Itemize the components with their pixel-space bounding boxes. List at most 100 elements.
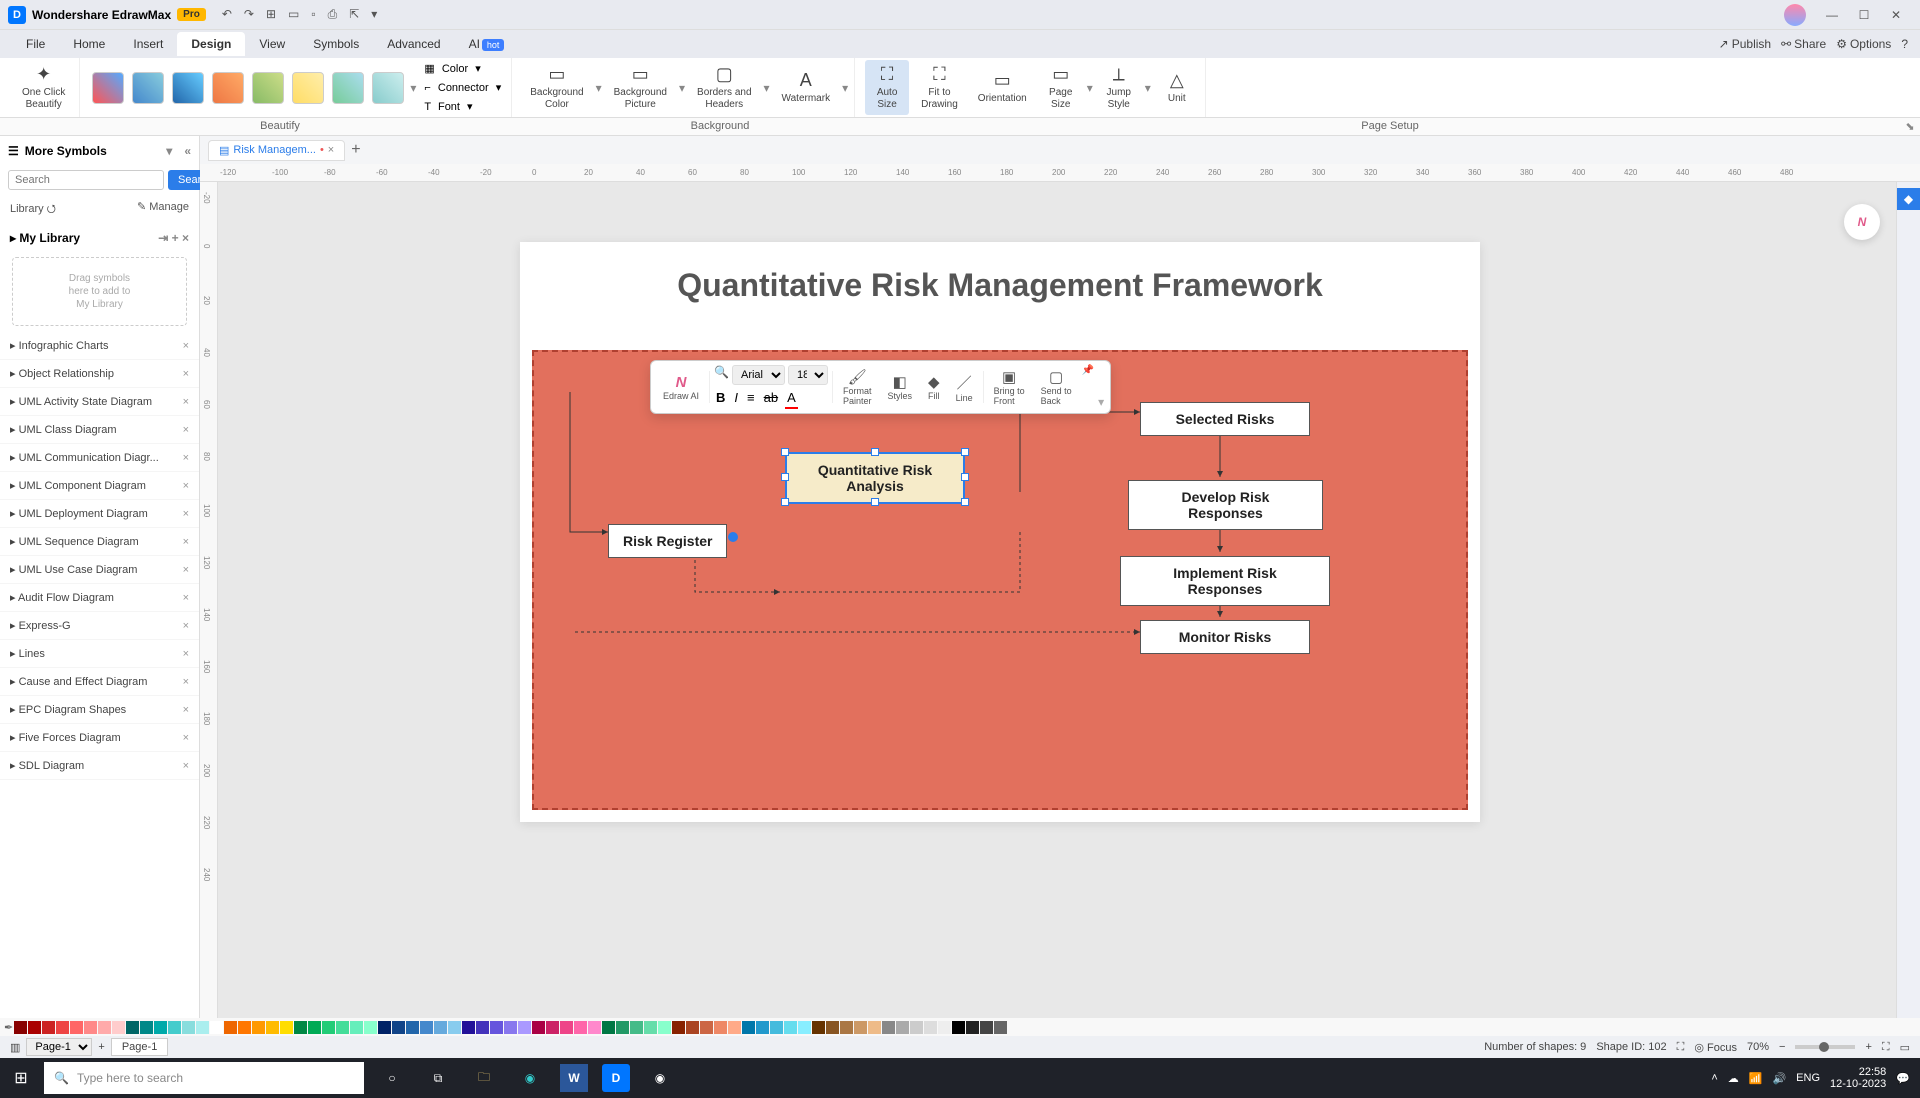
jump-style-button[interactable]: ⟂Jump Style xyxy=(1097,60,1141,116)
palette-swatch[interactable] xyxy=(490,1021,503,1034)
fit-page-icon[interactable]: ⛶ xyxy=(1882,1041,1890,1054)
palette-swatch[interactable] xyxy=(588,1021,601,1034)
palette-swatch[interactable] xyxy=(994,1021,1007,1034)
palette-swatch[interactable] xyxy=(574,1021,587,1034)
theme-swatch-4[interactable] xyxy=(212,72,244,104)
library-item[interactable]: ▸ Audit Flow Diagram× xyxy=(0,584,199,612)
page-size-dropdown[interactable]: ▾ xyxy=(1087,81,1093,95)
palette-swatch[interactable] xyxy=(868,1021,881,1034)
palette-swatch[interactable] xyxy=(210,1021,223,1034)
line-button[interactable]: ／Line xyxy=(950,370,979,405)
palette-swatch[interactable] xyxy=(224,1021,237,1034)
font-color-button[interactable]: A xyxy=(785,388,798,409)
palette-swatch[interactable] xyxy=(434,1021,447,1034)
palette-swatch[interactable] xyxy=(546,1021,559,1034)
menu-home[interactable]: Home xyxy=(59,32,119,56)
palette-swatch[interactable] xyxy=(476,1021,489,1034)
node-selected-risks[interactable]: Selected Risks xyxy=(1140,402,1310,436)
notifications-icon[interactable]: 💬 xyxy=(1896,1072,1910,1085)
auto-size-button[interactable]: ⛶Auto Size xyxy=(865,60,909,116)
palette-swatch[interactable] xyxy=(952,1021,965,1034)
library-item[interactable]: ▸ UML Activity State Diagram× xyxy=(0,388,199,416)
node-monitor-risks[interactable]: Monitor Risks xyxy=(1140,620,1310,654)
remove-lib-icon[interactable]: × xyxy=(183,760,189,772)
watermark-button[interactable]: AWatermark xyxy=(774,66,839,110)
library-item[interactable]: ▸ Express-G× xyxy=(0,612,199,640)
library-item[interactable]: ▸ UML Deployment Diagram× xyxy=(0,500,199,528)
remove-lib-icon[interactable]: × xyxy=(183,676,189,688)
remove-lib-icon[interactable]: × xyxy=(183,508,189,520)
palette-swatch[interactable] xyxy=(70,1021,83,1034)
bg-color-dropdown[interactable]: ▾ xyxy=(596,81,602,95)
color-dropdown[interactable]: ▦ Color ▾ xyxy=(420,60,505,77)
library-item[interactable]: ▸ Object Relationship× xyxy=(0,360,199,388)
cortana-icon[interactable]: ○ xyxy=(370,1058,414,1098)
palette-swatch[interactable] xyxy=(532,1021,545,1034)
palette-swatch[interactable] xyxy=(252,1021,265,1034)
palette-swatch[interactable] xyxy=(154,1021,167,1034)
palette-swatch[interactable] xyxy=(756,1021,769,1034)
palette-swatch[interactable] xyxy=(700,1021,713,1034)
share-button[interactable]: ⚯ Share xyxy=(1781,37,1826,51)
connector-dropdown[interactable]: ⌐ Connector ▾ xyxy=(420,79,505,96)
palette-swatch[interactable] xyxy=(140,1021,153,1034)
remove-lib-icon[interactable]: × xyxy=(183,368,189,380)
palette-swatch[interactable] xyxy=(518,1021,531,1034)
page-setup-launcher-icon[interactable]: ⬊ xyxy=(1900,120,1920,133)
bg-picture-dropdown[interactable]: ▾ xyxy=(679,81,685,95)
theme-swatch-7[interactable] xyxy=(332,72,364,104)
library-item[interactable]: ▸ UML Communication Diagr...× xyxy=(0,444,199,472)
remove-lib-icon[interactable]: × xyxy=(183,648,189,660)
eyedropper-icon[interactable]: ✒ xyxy=(4,1021,13,1034)
palette-swatch[interactable] xyxy=(42,1021,55,1034)
palette-swatch[interactable] xyxy=(644,1021,657,1034)
document-tab[interactable]: ▤ Risk Managem... • × xyxy=(208,140,345,161)
watermark-dropdown[interactable]: ▾ xyxy=(842,81,848,95)
word-icon[interactable]: W xyxy=(560,1064,588,1092)
palette-swatch[interactable] xyxy=(672,1021,685,1034)
palette-swatch[interactable] xyxy=(420,1021,433,1034)
task-view-icon[interactable]: ⧉ xyxy=(416,1058,460,1098)
jump-style-dropdown[interactable]: ▾ xyxy=(1145,81,1151,95)
zoom-out-button[interactable]: − xyxy=(1779,1041,1785,1053)
language-indicator[interactable]: ENG xyxy=(1796,1072,1820,1084)
theme-swatch-3[interactable] xyxy=(172,72,204,104)
palette-swatch[interactable] xyxy=(322,1021,335,1034)
user-avatar[interactable] xyxy=(1784,4,1806,26)
export-icon[interactable]: ⇱ xyxy=(349,7,359,22)
edrawmax-taskbar-icon[interactable]: D xyxy=(602,1064,630,1092)
menu-insert[interactable]: Insert xyxy=(119,32,177,56)
palette-swatch[interactable] xyxy=(910,1021,923,1034)
palette-swatch[interactable] xyxy=(658,1021,671,1034)
palette-swatch[interactable] xyxy=(560,1021,573,1034)
bold-button[interactable]: B xyxy=(714,388,727,409)
node-quantitative-risk-analysis[interactable]: Quantitative Risk Analysis xyxy=(785,452,965,504)
symbol-search-input[interactable] xyxy=(8,170,164,190)
remove-lib-icon[interactable]: × xyxy=(183,536,189,548)
remove-lib-icon[interactable]: × xyxy=(183,592,189,604)
italic-button[interactable]: I xyxy=(732,388,740,409)
volume-icon[interactable]: 🔊 xyxy=(1772,1072,1786,1085)
palette-swatch[interactable] xyxy=(294,1021,307,1034)
collapse-panel-icon[interactable]: « xyxy=(184,144,191,158)
library-item[interactable]: ▸ SDL Diagram× xyxy=(0,752,199,780)
orientation-button[interactable]: ▭Orientation xyxy=(970,66,1035,110)
edge-icon[interactable]: ◉ xyxy=(508,1058,552,1098)
palette-swatch[interactable] xyxy=(686,1021,699,1034)
palette-swatch[interactable] xyxy=(98,1021,111,1034)
palette-swatch[interactable] xyxy=(336,1021,349,1034)
palette-swatch[interactable] xyxy=(308,1021,321,1034)
menu-symbols[interactable]: Symbols xyxy=(299,32,373,56)
library-item[interactable]: ▸ EPC Diagram Shapes× xyxy=(0,696,199,724)
palette-swatch[interactable] xyxy=(266,1021,279,1034)
minimize-button[interactable]: — xyxy=(1816,8,1848,22)
library-item[interactable]: ▸ UML Use Case Diagram× xyxy=(0,556,199,584)
palette-swatch[interactable] xyxy=(714,1021,727,1034)
new-icon[interactable]: ⊞ xyxy=(266,7,276,22)
palette-swatch[interactable] xyxy=(616,1021,629,1034)
add-lib-icon[interactable]: + xyxy=(172,231,179,245)
menu-ai[interactable]: AIhot xyxy=(455,32,519,56)
tab-close-icon[interactable]: × xyxy=(328,144,334,156)
align-button[interactable]: ≡ xyxy=(745,388,757,409)
palette-swatch[interactable] xyxy=(56,1021,69,1034)
